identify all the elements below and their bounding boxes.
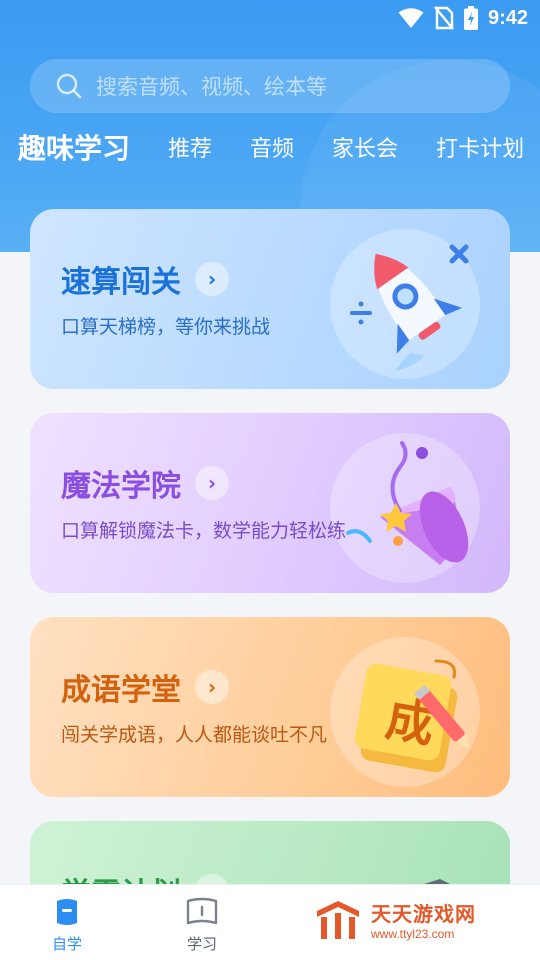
card-title: 速算闯关 › [61, 257, 229, 301]
chevron-right-icon: › [195, 262, 229, 296]
watermark-logo-icon [317, 900, 359, 939]
tab-recommend[interactable]: 推荐 [168, 131, 212, 163]
card-title-text: 速算闯关 [61, 265, 181, 300]
card-subtitle: 口算天梯榜，等你来挑战 [61, 316, 271, 338]
card-speed-calculation[interactable]: 速算闯关 › 口算天梯榜，等你来挑战 [30, 209, 510, 389]
nav-label: 自学 [51, 935, 82, 953]
card-magic-academy[interactable]: 魔法学院 › 口算解锁魔法卡，数学能力轻松练 [30, 413, 510, 593]
card-title-text: 魔法学院 [61, 469, 181, 504]
tab-fun-learning[interactable]: 趣味学习 [18, 127, 130, 167]
status-bar: 9:42 [0, 0, 540, 36]
watermark-url: www.ttyl23.com [371, 927, 455, 941]
tab-audio[interactable]: 音频 [250, 131, 294, 163]
party-popper-icon [346, 441, 469, 565]
nav-self-study[interactable]: 自学 [32, 897, 102, 954]
search-bar[interactable]: 搜索音频、视频、绘本等 [30, 59, 510, 113]
wifi-icon [398, 8, 424, 28]
nav-study[interactable]: 学习 [167, 897, 237, 954]
no-sim-icon [434, 6, 454, 30]
watermark: 天天游戏网 www.ttyl23.com [313, 898, 476, 941]
notebook-pencil-icon: 成 [354, 659, 470, 773]
tab-check-in[interactable]: 打卡计划 [436, 131, 524, 163]
rocket-icon [350, 244, 469, 371]
category-tabs: 趣味学习 推荐 音频 家长会 打卡计划 [18, 124, 540, 170]
card-idiom-school[interactable]: 成语学堂 › 闯关学成语，人人都能谈吐不凡 成 [30, 617, 510, 797]
watermark-title: 天天游戏网 [371, 902, 476, 926]
card-title-text: 成语学堂 [61, 673, 181, 708]
self-study-icon [57, 899, 77, 925]
tab-parents[interactable]: 家长会 [332, 131, 398, 163]
search-placeholder: 搜索音频、视频、绘本等 [96, 75, 327, 99]
battery-icon [463, 6, 478, 30]
status-time: 9:42 [487, 6, 528, 29]
card-subtitle: 口算解锁魔法卡，数学能力轻松练 [61, 520, 347, 542]
nav-label: 学习 [186, 935, 217, 953]
chevron-right-icon: › [195, 670, 229, 704]
chevron-right-icon: › [195, 466, 229, 500]
card-title: 魔法学院 › [61, 461, 229, 505]
search-icon [56, 73, 82, 99]
book-icon [186, 897, 218, 925]
card-title: 成语学堂 › [61, 665, 229, 709]
card-subtitle: 闯关学成语，人人都能谈吐不凡 [61, 724, 328, 746]
